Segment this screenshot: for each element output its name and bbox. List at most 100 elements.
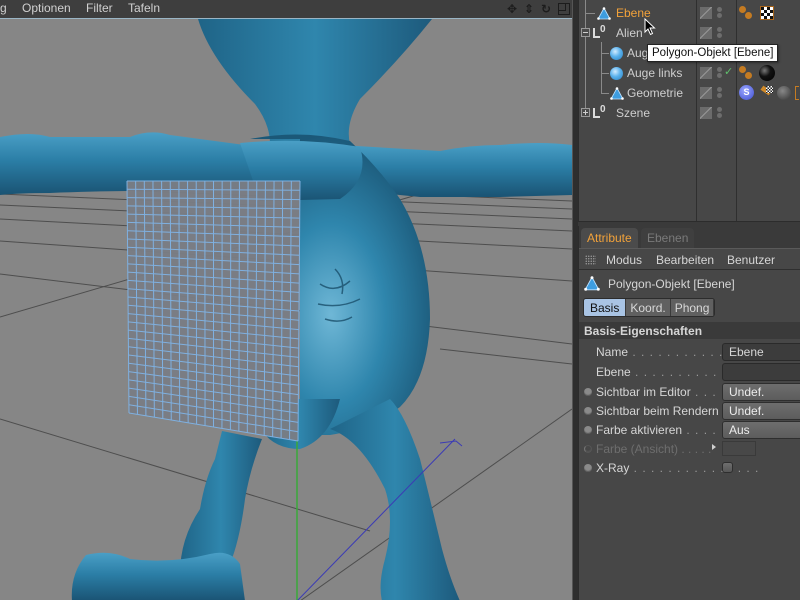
object-type-title: Polygon-Objekt [Ebene] [608,277,735,291]
layer-switch[interactable] [700,67,712,79]
object-row-ebene[interactable]: Ebene [579,3,800,23]
layer-switch[interactable] [700,7,712,19]
visibility-dots[interactable] [717,7,723,19]
animation-radio[interactable] [584,407,592,415]
sphere-object-icon [610,47,623,60]
enabled-check-icon[interactable]: ✓ [724,65,733,78]
attr-row-display-color: Farbe (Ansicht) . . . . . [579,440,800,459]
object-name: Szene [616,106,651,120]
subtab-koord[interactable]: Koord. [626,299,671,316]
tree-line [585,13,595,14]
phong-tag-icon[interactable] [739,6,753,20]
3d-viewport[interactable] [0,18,572,600]
toggle-view-icon[interactable] [558,3,570,15]
alien-foot-left [71,552,245,600]
null-object-icon: 0 [592,104,608,120]
viewport-menubar: g Optionen Filter Tafeln ✥ ⇕ ↻ [0,0,574,18]
move-view-icon[interactable]: ✥ [505,2,519,16]
polygon-object-icon [597,7,611,20]
attr-label: Farbe aktivieren . . . . . . . [596,423,743,437]
attribute-tabs: Attribute Ebenen [579,226,800,248]
layer-switch[interactable] [700,87,712,99]
attr-label: Farbe (Ansicht) . . . . . [596,442,712,456]
plane-object-ebene[interactable] [126,180,301,442]
menu-modus[interactable]: Modus [606,253,642,267]
menu-benutzer[interactable]: Benutzer [727,253,775,267]
grip-icon[interactable] [585,255,596,265]
attr-row-xray: X-Ray . . . . . . . . . . . . . . . [579,459,800,478]
visible-render-dropdown[interactable]: Undef. [722,402,800,420]
animation-radio[interactable] [584,426,592,434]
xray-checkbox[interactable] [722,462,733,473]
attribute-manager: Attribute Ebenen Modus Bearbeiten Benutz… [578,226,800,600]
tree-line [601,73,609,74]
tree-line [601,93,609,94]
zoom-view-icon[interactable]: ⇕ [522,2,536,16]
viewport-scene [0,19,572,600]
material-tag-icon[interactable] [760,86,774,100]
phong-tag-icon[interactable] [739,66,753,80]
alien-leg-right [330,399,460,600]
animation-radio[interactable] [584,464,592,472]
material-tag-icon[interactable] [759,65,775,81]
menu-bearbeiten[interactable]: Bearbeiten [656,253,714,267]
material-tag-icon[interactable] [777,86,791,100]
panel-divider[interactable] [579,221,800,225]
viewport-menu-optionen[interactable]: Optionen [22,1,71,15]
layer-switch[interactable] [700,27,712,39]
attribute-menubar: Modus Bearbeiten Benutzer [579,248,800,270]
object-name: Geometrie [627,86,684,100]
visibility-dots[interactable] [717,27,723,39]
null-object-icon: 0 [592,24,608,40]
subtab-phong[interactable]: Phong [670,299,715,316]
attribute-object-title: Polygon-Objekt [Ebene] [579,272,800,294]
viewport-panel: g Optionen Filter Tafeln ✥ ⇕ ↻ [0,0,574,600]
visibility-dots[interactable] [717,67,723,79]
object-name: Auge links [627,66,683,80]
attr-row-visible-render: Sichtbar beim Rendern Undef. [579,402,800,421]
attr-row-name: Name . . . . . . . . . . . . . . . Ebene [579,343,800,362]
visibility-dots[interactable] [717,87,723,99]
layer-field[interactable] [722,363,800,381]
polygon-object-icon [584,276,600,291]
visibility-dots[interactable] [717,107,723,119]
object-name: Alien [616,26,643,40]
expand-icon[interactable] [581,108,590,117]
object-name: Aug [627,46,649,60]
tab-attribute[interactable]: Attribute [581,228,638,248]
visible-editor-dropdown[interactable]: Undef. [722,383,800,401]
attr-row-visible-editor: Sichtbar im Editor . . . . Undef. [579,383,800,402]
object-row-alien[interactable]: 0 Alien [579,23,800,43]
layer-switch[interactable] [700,107,712,119]
sphere-object-icon [610,67,623,80]
name-field[interactable]: Ebene [722,343,800,361]
attr-row-color-enable: Farbe aktivieren . . . . . . . Aus [579,421,800,440]
rotate-view-icon[interactable]: ↻ [539,2,553,16]
mouse-cursor-icon [644,18,656,36]
sculpt-tag-icon[interactable]: S [739,85,754,100]
object-row-szene[interactable]: 0 Szene [579,103,800,123]
viewport-menu-tafeln[interactable]: Tafeln [128,1,160,15]
object-row-geometrie[interactable]: Geometrie S [579,83,800,103]
attr-label: X-Ray . . . . . . . . . . . . . . . [596,461,760,475]
tree-line [601,53,609,54]
subtab-basis[interactable]: Basis [584,299,627,316]
alien-neck [198,19,432,144]
viewport-menu-item[interactable]: g [0,1,7,15]
viewport-menu-filter[interactable]: Filter [86,1,113,15]
cinema4d-window: g Optionen Filter Tafeln ✥ ⇕ ↻ Ebene 0 A… [0,0,800,600]
object-row-auge-links[interactable]: Auge links ✓ [579,63,800,83]
material-tag-icon[interactable] [795,86,799,100]
section-title: Basis-Eigenschaften [579,322,800,339]
attribute-subtabs: Basis Koord. Phong [583,298,716,317]
attr-label: Sichtbar beim Rendern [596,404,719,418]
animation-radio [584,445,592,453]
object-manager: Ebene 0 Alien Aug Auge links ✓ Geometrie… [578,0,800,225]
animation-radio[interactable] [584,388,592,396]
expand-arrow-icon[interactable] [712,444,716,450]
collapse-icon[interactable] [581,28,590,37]
display-color-swatch [722,441,756,456]
color-enable-dropdown[interactable]: Aus [722,421,800,439]
tab-ebenen[interactable]: Ebenen [641,228,695,248]
material-tag-icon[interactable] [760,6,774,20]
